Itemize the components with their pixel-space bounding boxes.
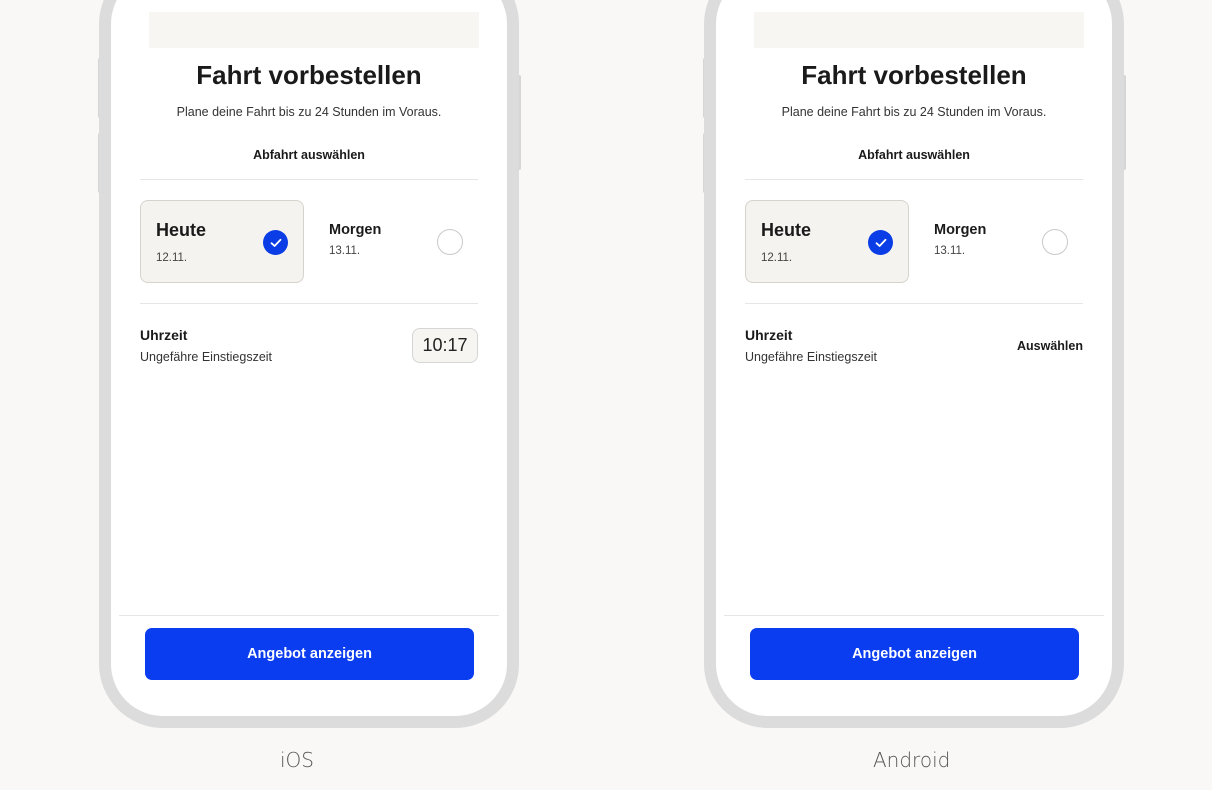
android-time-select-button[interactable]: Auswählen <box>1017 339 1083 353</box>
android-section-label: Abfahrt auswählen <box>858 148 970 162</box>
ios-top-strip <box>149 12 479 48</box>
ios-page-title: Fahrt vorbestellen <box>196 60 422 90</box>
ios-screen: Fahrt vorbestellen Plane deine Fahrt bis… <box>111 0 507 716</box>
android-phone-frame: Fahrt vorbestellen Plane deine Fahrt bis… <box>704 0 1124 728</box>
android-page-title: Fahrt vorbestellen <box>801 60 1027 90</box>
check-icon <box>263 230 288 255</box>
android-show-offer-button[interactable]: Angebot anzeigen <box>750 628 1079 680</box>
ios-tomorrow-date: 13.11. <box>329 245 361 257</box>
ios-bottom-divider <box>119 615 499 616</box>
ios-today-date: 12.11. <box>156 252 188 264</box>
check-icon <box>868 230 893 255</box>
ios-page-subtitle: Plane deine Fahrt bis zu 24 Stunden im V… <box>176 105 442 119</box>
ios-time-picker[interactable]: 10:17 <box>412 328 478 363</box>
ios-show-offer-button[interactable]: Angebot anzeigen <box>145 628 474 680</box>
ios-time-sublabel: Ungefähre Einstiegszeit <box>140 350 273 364</box>
ios-today-label: Heute <box>156 220 207 240</box>
android-time-sublabel: Ungefähre Einstiegszeit <box>745 350 878 364</box>
ios-time-label: Uhrzeit <box>140 327 188 343</box>
android-time-label: Uhrzeit <box>745 327 793 343</box>
android-today-date: 12.11. <box>761 252 793 264</box>
android-page-subtitle: Plane deine Fahrt bis zu 24 Stunden im V… <box>781 105 1047 119</box>
ios-platform-label: iOS <box>280 748 314 772</box>
android-bottom-divider <box>724 615 1104 616</box>
android-top-strip <box>754 12 1084 48</box>
android-tomorrow-date: 13.11. <box>934 245 966 257</box>
android-platform-label: Android <box>873 748 951 772</box>
android-today-label: Heute <box>761 220 812 240</box>
ios-divider-mid <box>140 303 478 304</box>
android-screen: Fahrt vorbestellen Plane deine Fahrt bis… <box>716 0 1112 716</box>
ios-phone-frame: Fahrt vorbestellen Plane deine Fahrt bis… <box>99 0 519 728</box>
android-tomorrow-label: Morgen <box>934 222 987 238</box>
android-divider-top <box>745 179 1083 180</box>
ios-section-label: Abfahrt auswählen <box>253 148 365 162</box>
android-today-option[interactable]: Heute 12.11. <box>745 200 909 283</box>
ios-divider-top <box>140 179 478 180</box>
ios-tomorrow-label: Morgen <box>329 222 382 238</box>
ios-today-option[interactable]: Heute 12.11. <box>140 200 304 283</box>
android-divider-mid <box>745 303 1083 304</box>
radio-empty-icon <box>1042 229 1068 255</box>
radio-empty-icon <box>437 229 463 255</box>
